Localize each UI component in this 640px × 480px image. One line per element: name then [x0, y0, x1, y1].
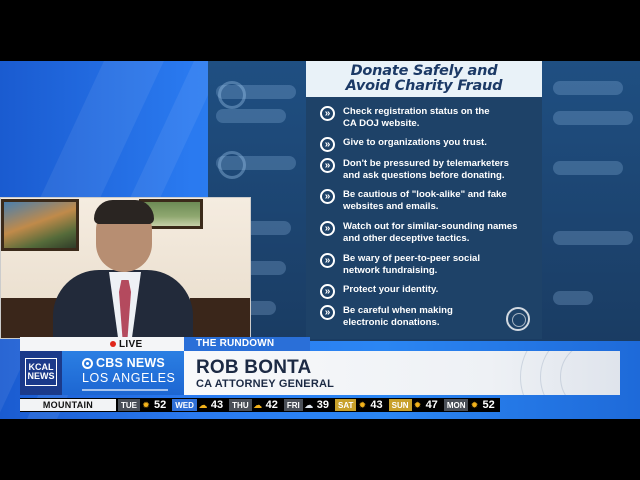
guest-title: CA ATTORNEY GENERAL	[196, 378, 335, 390]
cbs-eye-icon	[82, 358, 93, 369]
tip-item: » Be wary of peer-to-peer social network …	[320, 253, 534, 276]
weather-day: FRI ☁ 39	[283, 399, 333, 411]
weather-day-label: SAT	[335, 399, 357, 411]
chevron-right-icon: »	[320, 305, 335, 320]
sun-icon: ✹	[413, 399, 422, 410]
weather-day-label: SUN	[388, 399, 412, 411]
weather-location: MOUNTAIN	[20, 399, 116, 411]
weather-ticker: MOUNTAIN TUE ✹ 52 WED ☁ 43 THU ☁ 42 FRI ☁ 39 SAT ✹ 43 S…	[20, 398, 500, 412]
card-title-line2: Avoid Charity Fraud	[345, 78, 503, 94]
weather-temp: 42	[265, 399, 278, 411]
weather-day: SUN ✹ 47	[388, 399, 442, 411]
tip-item: » Check registration status on the CA DOJ…	[320, 106, 534, 129]
tip-item: » Give to organizations you trust.	[320, 137, 534, 152]
weather-day: TUE ✹ 52	[118, 399, 170, 411]
weather-day: THU ☁ 42	[229, 399, 282, 411]
sun-icon: ✹	[470, 399, 479, 410]
tip-item: » Be cautious of "look-alike" and fake we…	[320, 189, 534, 212]
weather-temp: 47	[425, 399, 438, 411]
weather-day-label: FRI	[283, 399, 303, 411]
chevron-right-icon: »	[320, 106, 335, 121]
name-plate: ROB BONTA CA ATTORNEY GENERAL	[184, 351, 620, 395]
charity-fraud-card: Donate Safely and Avoid Charity Fraud » …	[306, 61, 542, 339]
sun-cloud-icon: ☁	[253, 399, 263, 410]
chevron-right-icon: »	[320, 284, 335, 299]
chevron-right-icon: »	[320, 189, 335, 204]
chevron-right-icon: »	[320, 253, 335, 268]
weather-temp: 39	[316, 399, 330, 411]
cbs-news-la-logo: CBS NEWS LOS ANGELES	[62, 351, 184, 395]
live-dot-icon	[110, 341, 116, 347]
segment-label: THE RUNDOWN	[184, 337, 310, 351]
tip-item: » Don't be pressured by telemarketers and…	[320, 158, 534, 181]
weather-temp: 52	[154, 399, 167, 411]
chevron-right-icon: »	[320, 137, 335, 152]
sun-icon: ✹	[358, 399, 367, 410]
weather-day-label: THU	[229, 399, 252, 411]
weather-temp: 43	[370, 399, 383, 411]
chevron-right-icon: »	[320, 221, 335, 236]
weather-day: WED ☁ 43	[172, 399, 227, 411]
sun-icon: ✹	[142, 399, 150, 410]
tip-item: » Watch out for similar-sounding names an…	[320, 221, 534, 244]
weather-day-label: MON	[443, 399, 469, 411]
doj-seal-icon	[506, 307, 530, 331]
guest-name: ROB BONTA	[196, 357, 312, 378]
weather-day: SAT ✹ 43	[335, 399, 387, 411]
tip-item: » Protect your identity.	[320, 284, 534, 299]
chevron-right-icon: »	[320, 158, 335, 173]
guest-video-window	[0, 197, 251, 339]
tip-item: » Be careful when making electronic donat…	[320, 305, 534, 328]
weather-day-label: TUE	[118, 399, 140, 411]
live-indicator: LIVE	[20, 337, 184, 351]
sun-cloud-icon: ☁	[198, 399, 208, 410]
weather-day: MON ✹ 52	[443, 399, 499, 411]
weather-day-label: WED	[172, 399, 197, 411]
card-title-line1: Donate Safely and	[350, 63, 498, 79]
weather-temp: 52	[482, 399, 495, 411]
weather-temp: 43	[210, 399, 224, 411]
card-header: Donate Safely and Avoid Charity Fraud	[306, 61, 542, 97]
kcal-news-logo: KCAL NEWS	[20, 351, 62, 395]
painting-image	[1, 199, 79, 251]
cloud-icon: ☁	[304, 399, 314, 410]
